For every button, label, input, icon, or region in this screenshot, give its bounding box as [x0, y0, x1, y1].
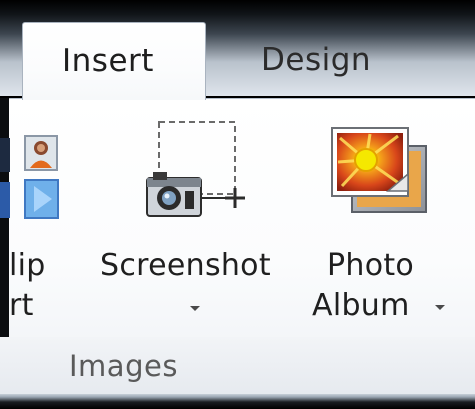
tab-design[interactable]: Design — [206, 22, 406, 96]
clip-art-button[interactable]: lip rt — [0, 120, 70, 335]
screenshot-button[interactable]: Screenshot — [96, 110, 301, 335]
tab-design-label: Design — [261, 42, 372, 78]
tab-insert-label: Insert — [62, 43, 154, 79]
tab-insert[interactable]: Insert — [22, 22, 206, 100]
ribbon-bottom-border — [0, 394, 475, 409]
photo-album-button[interactable]: Photo Album — [308, 110, 458, 335]
clip-art-label-line2: rt — [9, 288, 34, 323]
photo-album-label-line1: Photo — [327, 248, 415, 283]
group-label-images: Images — [69, 349, 178, 383]
screenshot-camera-icon — [146, 121, 245, 217]
photo-album-label-line2: Album — [312, 288, 410, 323]
photo-album-dropdown-arrow[interactable] — [435, 305, 445, 310]
screenshot-label: Screenshot — [100, 248, 271, 283]
photo-album-icon — [331, 127, 427, 213]
clip-art-label-line1: lip — [9, 248, 46, 283]
clip-art-icon — [0, 135, 59, 219]
screenshot-dropdown-arrow[interactable] — [190, 306, 200, 311]
ribbon-window: Insert Design lip rt Screenshot Photo Al… — [0, 0, 475, 409]
